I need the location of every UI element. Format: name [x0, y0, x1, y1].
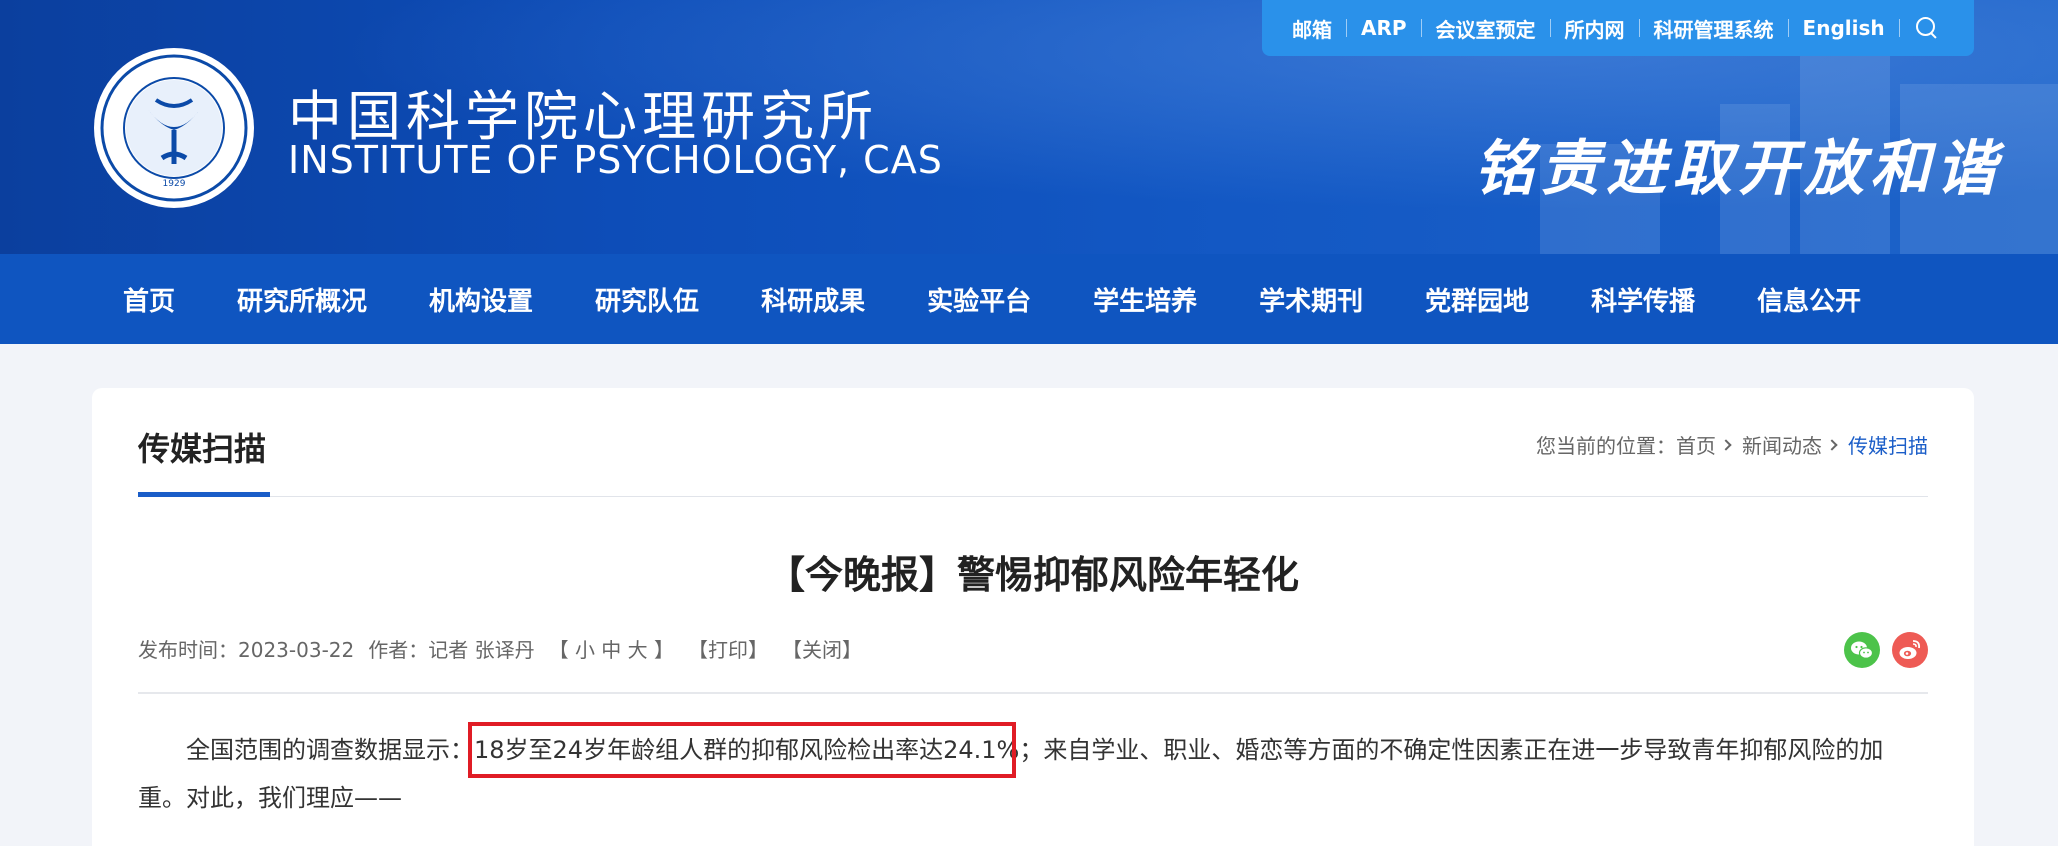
body-intro: 全国范围的调查数据显示：: [186, 736, 474, 764]
topbar-link-mail[interactable]: 邮箱: [1292, 14, 1332, 43]
site-header: 邮箱 ARP 会议室预定 所内网 科研管理系统 English 1929 中国科…: [0, 0, 2058, 254]
article-card: 传媒扫描 您当前的位置： 首页 新闻动态 传媒扫描 【今晚报】警惕抑郁风险年轻化…: [92, 388, 1974, 846]
institute-name-english: INSTITUTE OF PSYCHOLOGY, CAS: [288, 138, 943, 182]
nav-item-lab-platform[interactable]: 实验平台: [927, 281, 1031, 318]
nav-item-team[interactable]: 研究队伍: [595, 281, 699, 318]
close-button[interactable]: 【关闭】: [782, 634, 862, 663]
institute-logo[interactable]: 1929: [92, 46, 256, 210]
breadcrumb: 您当前的位置： 首页 新闻动态 传媒扫描: [1536, 430, 1928, 459]
topbar-link-arp[interactable]: ARP: [1361, 16, 1407, 40]
breadcrumb-current[interactable]: 传媒扫描: [1848, 430, 1928, 459]
breadcrumb-prefix: 您当前的位置：: [1536, 434, 1676, 458]
breadcrumb-home[interactable]: 首页: [1676, 430, 1716, 459]
weibo-icon: [1899, 640, 1921, 659]
chevron-right-icon: [1826, 438, 1838, 451]
institute-motto: 铭责进取开放和谐: [1474, 134, 2002, 204]
nav-item-journals[interactable]: 学术期刊: [1259, 281, 1363, 318]
share-wechat-button[interactable]: [1844, 632, 1880, 668]
top-utility-bar: 邮箱 ARP 会议室预定 所内网 科研管理系统 English: [1262, 0, 1974, 56]
section-divider: [138, 496, 1928, 497]
chevron-right-icon: [1720, 438, 1732, 451]
divider: [1549, 19, 1551, 37]
wechat-icon: [1851, 641, 1874, 659]
section-title-underline: [138, 492, 270, 497]
topbar-link-research-system[interactable]: 科研管理系统: [1654, 14, 1774, 43]
institute-seal-logo-icon: 1929: [94, 48, 254, 208]
share-weibo-button[interactable]: [1892, 632, 1928, 668]
divider: [1898, 19, 1900, 37]
author: 作者：记者 张译丹: [368, 638, 535, 662]
nav-item-science-communication[interactable]: 科学传播: [1591, 281, 1695, 318]
article-meta: 发布时间：2023-03-22 作者：记者 张译丹 【 小 中 大 】 【打印】…: [138, 634, 862, 663]
breadcrumb-news[interactable]: 新闻动态: [1742, 430, 1822, 459]
search-icon[interactable]: [1914, 15, 1940, 41]
red-highlight-box: [468, 722, 1016, 778]
nav-item-party[interactable]: 党群园地: [1425, 281, 1529, 318]
divider: [1346, 19, 1347, 37]
nav-item-education[interactable]: 学生培养: [1093, 281, 1197, 318]
divider: [1787, 19, 1789, 37]
divider: [1638, 19, 1640, 37]
nav-item-organization[interactable]: 机构设置: [429, 281, 533, 318]
main-navigation: 首页 研究所概况 机构设置 研究队伍 科研成果 实验平台 学生培养 学术期刊 党…: [0, 254, 2058, 344]
publish-date: 发布时间：2023-03-22: [138, 638, 355, 662]
nav-item-info-disclosure[interactable]: 信息公开: [1757, 281, 1861, 318]
nav-item-overview[interactable]: 研究所概况: [237, 281, 367, 318]
topbar-link-room-booking[interactable]: 会议室预定: [1436, 14, 1536, 43]
topbar-link-intranet[interactable]: 所内网: [1565, 14, 1625, 43]
topbar-link-english[interactable]: English: [1803, 16, 1885, 40]
logo-year: 1929: [163, 179, 186, 189]
divider: [1420, 19, 1422, 37]
section-title: 传媒扫描: [138, 430, 267, 468]
nav-item-home[interactable]: 首页: [123, 281, 175, 318]
article-body-paragraph: 全国范围的调查数据显示：18岁至24岁年龄组人群的抑郁风险检出率达24.1%；来…: [138, 726, 1928, 822]
print-button[interactable]: 【打印】: [688, 634, 768, 663]
meta-divider: [138, 692, 1928, 694]
nav-item-research-results[interactable]: 科研成果: [761, 281, 865, 318]
font-size-switcher[interactable]: 【 小 中 大 】: [549, 634, 674, 663]
article-title: 【今晚报】警惕抑郁风险年轻化: [766, 553, 1299, 597]
